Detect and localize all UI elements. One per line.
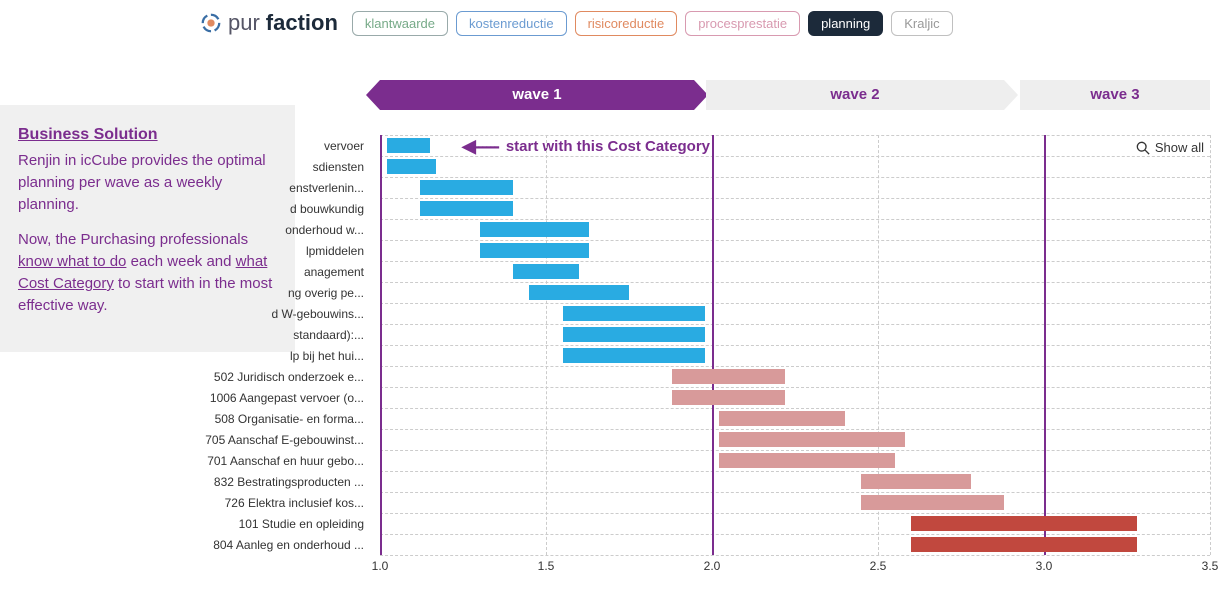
category-label: vervoer <box>200 135 370 157</box>
gridline <box>380 303 1210 304</box>
gantt-bar[interactable] <box>563 306 706 321</box>
gantt-bar[interactable] <box>911 516 1137 531</box>
wave-boundary <box>380 135 382 555</box>
gridline <box>380 408 1210 409</box>
gantt-bar[interactable] <box>513 264 579 279</box>
gridline <box>380 219 1210 220</box>
wave-2-banner: wave 2 <box>706 80 1004 110</box>
category-label: 502 Juridisch onderzoek e... <box>200 366 370 388</box>
gridline <box>380 492 1210 493</box>
logo: purfaction <box>200 10 338 36</box>
gridline <box>380 534 1210 535</box>
category-label: 705 Aanschaf E-gebouwinst... <box>200 429 370 451</box>
gantt-bar[interactable] <box>420 180 513 195</box>
category-label: anagement <box>200 261 370 283</box>
gantt-bar[interactable] <box>480 243 590 258</box>
gridline <box>380 177 1210 178</box>
gantt-bar[interactable] <box>387 138 430 153</box>
category-label: 804 Aanleg en onderhoud ... <box>200 534 370 556</box>
gantt-bar[interactable] <box>420 201 513 216</box>
gridline <box>380 345 1210 346</box>
header: purfaction klantwaarde kostenreductie ri… <box>200 10 953 36</box>
gantt-bar[interactable] <box>719 411 845 426</box>
nav: klantwaarde kostenreductie risicoreducti… <box>352 11 953 36</box>
gridline <box>380 198 1210 199</box>
category-label: 832 Bestratingsproducten ... <box>200 471 370 493</box>
gantt-bar[interactable] <box>861 495 1004 510</box>
wave-1-banner: wave 1 <box>380 80 694 110</box>
logo-text-bold: faction <box>266 10 338 36</box>
gantt-chart: vervoersdienstenenstverlenin...d bouwkun… <box>200 135 1210 580</box>
category-label: 508 Organisatie- en forma... <box>200 408 370 430</box>
gridline <box>380 240 1210 241</box>
gridline <box>380 261 1210 262</box>
gridline <box>380 471 1210 472</box>
gantt-bar[interactable] <box>563 348 706 363</box>
x-tick-label: 2.5 <box>870 559 887 573</box>
x-tick-label: 1.0 <box>372 559 389 573</box>
gridline <box>380 429 1210 430</box>
gridline <box>380 282 1210 283</box>
category-label: 1006 Aangepast vervoer (o... <box>200 387 370 409</box>
plot-area <box>380 135 1210 555</box>
category-label: d bouwkundig <box>200 198 370 220</box>
category-label: 726 Elektra inclusief kos... <box>200 492 370 514</box>
gantt-bar[interactable] <box>480 222 590 237</box>
category-label: onderhoud w... <box>200 219 370 241</box>
category-label: d W-gebouwins... <box>200 303 370 325</box>
wave-3-banner: wave 3 <box>1020 80 1210 110</box>
gantt-bar[interactable] <box>672 369 785 384</box>
gridline <box>380 156 1210 157</box>
x-tick-label: 1.5 <box>538 559 555 573</box>
wave-boundary <box>1044 135 1046 555</box>
category-label: standaard):... <box>200 324 370 346</box>
category-label: ng overig pe... <box>200 282 370 304</box>
logo-icon <box>200 12 222 34</box>
gantt-bar[interactable] <box>387 159 437 174</box>
gantt-bar[interactable] <box>911 537 1137 552</box>
gantt-bar[interactable] <box>719 453 895 468</box>
wave-boundary <box>712 135 714 555</box>
gridline <box>380 324 1210 325</box>
gridline <box>380 366 1210 367</box>
gantt-bar[interactable] <box>672 390 785 405</box>
category-label: 101 Studie en opleiding <box>200 513 370 535</box>
logo-text-plain: pur <box>228 10 260 36</box>
gantt-bar[interactable] <box>529 285 629 300</box>
gridline <box>380 135 1210 136</box>
gridline <box>878 135 879 555</box>
category-label: lpmiddelen <box>200 240 370 262</box>
nav-procesprestatie[interactable]: procesprestatie <box>685 11 800 36</box>
gantt-bar[interactable] <box>719 432 905 447</box>
gridline <box>546 135 547 555</box>
category-label: lp bij het hui... <box>200 345 370 367</box>
x-tick-label: 3.0 <box>1036 559 1053 573</box>
gantt-bar[interactable] <box>861 474 971 489</box>
nav-kostenreductie[interactable]: kostenreductie <box>456 11 567 36</box>
category-label: 701 Aanschaf en huur gebo... <box>200 450 370 472</box>
nav-planning[interactable]: planning <box>808 11 883 36</box>
nav-risicoreductie[interactable]: risicoreductie <box>575 11 678 36</box>
gridline <box>380 387 1210 388</box>
gantt-bar[interactable] <box>563 327 706 342</box>
x-tick-label: 2.0 <box>704 559 721 573</box>
category-label: enstverlenin... <box>200 177 370 199</box>
nav-kraljic[interactable]: Kraljic <box>891 11 952 36</box>
gridline <box>380 555 1210 556</box>
gridline <box>1210 135 1211 555</box>
x-tick-label: 3.5 <box>1202 559 1219 573</box>
gridline <box>380 450 1210 451</box>
nav-klantwaarde[interactable]: klantwaarde <box>352 11 448 36</box>
gridline <box>380 513 1210 514</box>
category-label: sdiensten <box>200 156 370 178</box>
